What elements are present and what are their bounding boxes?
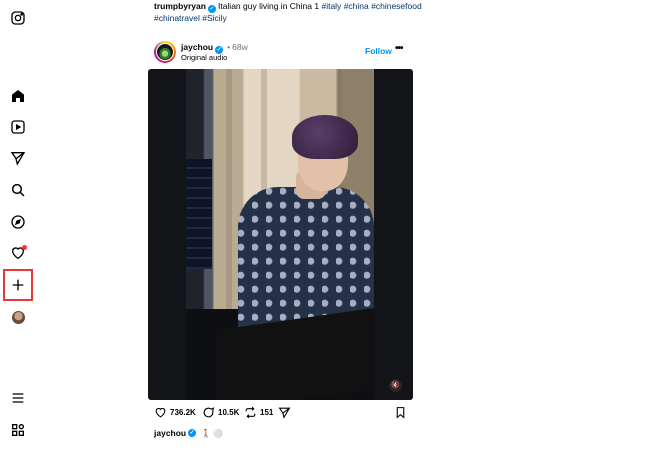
hashtag[interactable]: #italy [321,1,341,11]
hashtag[interactable]: #Sicily [202,13,227,23]
comment-count: 10.5K [218,408,240,417]
post-audio[interactable]: Original audio [181,53,227,62]
city-window [186,159,212,269]
save-button[interactable] [394,406,407,421]
create-button-highlight[interactable] [3,269,33,301]
post-username[interactable]: jaychou [181,42,213,52]
notifications-icon[interactable] [6,241,30,265]
search-icon[interactable] [6,178,30,202]
share-icon [278,407,291,419]
reels-icon[interactable] [6,115,30,139]
messages-icon[interactable] [6,146,30,170]
previous-post-caption: trumpbyryan ✓ Italian guy living in China … [154,1,424,24]
profile-avatar[interactable] [6,305,30,329]
heart-icon [155,407,166,418]
repost-button[interactable]: 151 [244,406,273,419]
like-count: 736.2K [170,408,196,417]
post-time: 68w [232,42,248,52]
post-media[interactable]: 🔇 [148,69,413,400]
explore-icon[interactable] [6,210,30,234]
caption-username[interactable]: trumpbyryan [154,1,206,11]
instagram-logo-icon[interactable] [6,6,30,30]
avatar [11,310,25,324]
caption-line: jaychou ✓ 🚶 ⚪ [154,428,223,438]
left-nav [0,0,37,450]
hashtag[interactable]: #china [344,1,369,11]
post-header: jaychou ✓ • 68w Original audio Follow ••• [154,40,414,64]
comment-icon [203,407,215,418]
more-options-button[interactable]: ••• [395,43,403,54]
verified-badge-icon: ✓ [207,5,216,13]
repost-icon [245,406,256,419]
verified-badge-icon: ✓ [188,429,197,437]
hashtag[interactable]: #chinatravel [154,13,200,23]
hashtag[interactable]: #chinesefood [371,1,422,11]
post-avatar[interactable] [154,41,176,63]
caption-text: Italian guy living in China 1 [217,1,320,11]
notification-dot [22,245,27,250]
comment-button[interactable]: 10.5K [202,406,239,419]
mute-icon[interactable]: 🔇 [389,379,402,392]
menu-icon[interactable] [6,386,30,410]
post-actions: 736.2K 10.5K 151 [154,406,409,422]
bookmark-icon [396,407,405,419]
repost-count: 151 [260,408,274,417]
caption-emoji: 🚶 ⚪ [201,428,224,438]
follow-button[interactable]: Follow [365,46,392,56]
create-icon [12,279,24,291]
like-button[interactable]: 736.2K [154,406,196,419]
footer-username[interactable]: jaychou [154,428,186,438]
video-frame [186,69,374,400]
separator-dot: • [227,42,231,52]
share-button[interactable] [278,406,294,419]
home-icon[interactable] [6,84,30,108]
more-apps-icon[interactable] [6,418,30,442]
